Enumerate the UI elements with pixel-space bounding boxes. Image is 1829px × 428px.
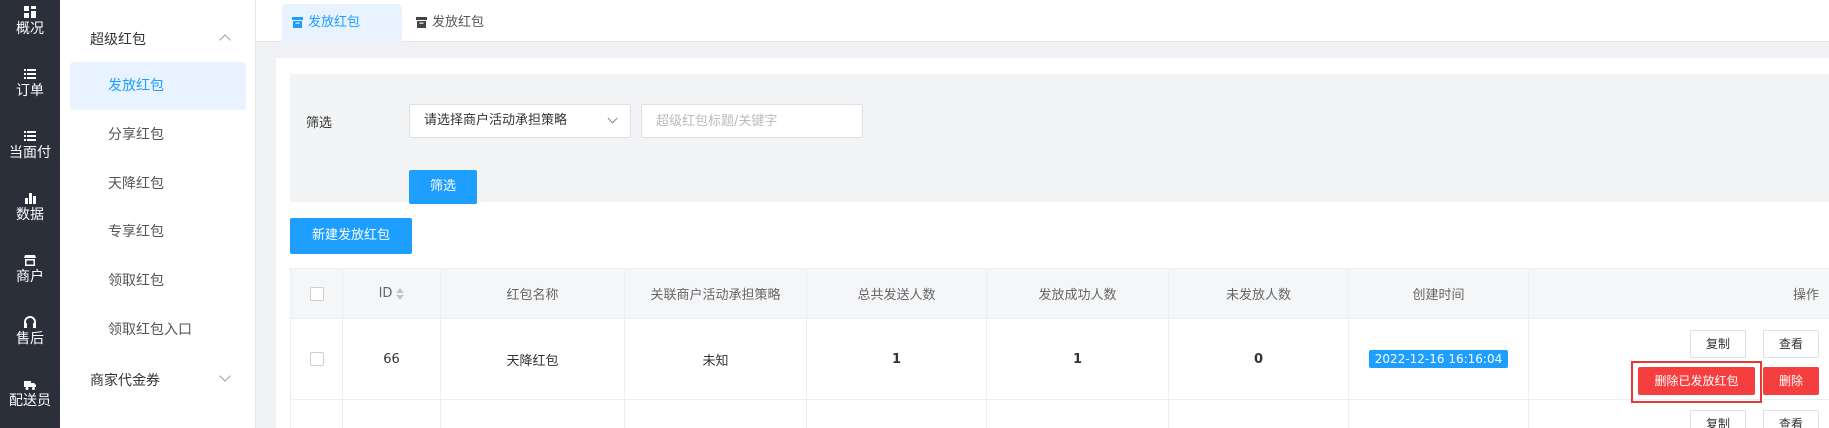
nav-label: 订单: [16, 83, 44, 99]
nav-item-orders[interactable]: 订单: [0, 68, 60, 99]
menu-item-sky-redpacket[interactable]: 天降红包: [70, 160, 246, 208]
nav-label: 商户: [16, 269, 44, 285]
view-button[interactable]: 查看: [1763, 330, 1819, 358]
cell-name: [440, 399, 625, 428]
copy-button[interactable]: 复制: [1690, 330, 1746, 358]
cell-not-sent: 0: [1168, 318, 1349, 400]
nav-item-aftersale[interactable]: 售后: [0, 316, 60, 347]
cell-total-sent: 1: [806, 318, 987, 400]
table-row: 66 天降红包 未知 1 1 0 2022-12-16 16:16:04 复制 …: [290, 318, 1829, 403]
bar-chart-icon: [25, 193, 36, 204]
created-date-badge: 2022-12-16 16:16:04: [1368, 350, 1509, 368]
row-select-cell: [290, 399, 343, 428]
menu-group-merchant-voucher[interactable]: 商家代金券: [90, 370, 160, 390]
col-success: 发放成功人数: [986, 268, 1169, 319]
delete-button[interactable]: 删除: [1763, 367, 1819, 395]
cell-not-sent: [1168, 399, 1349, 428]
row-checkbox[interactable]: [309, 352, 324, 366]
row-actions: 复制 查看 删除已发放红包 删除: [1529, 319, 1829, 403]
nav-item-facepay[interactable]: 当面付: [0, 130, 60, 161]
menu-group-super-redpacket[interactable]: 超级红包: [90, 29, 146, 49]
app-root: 概况 订单 当面付 数据 商户 售后 配送员 超级红包 发放红包 分享红包 天降…: [0, 0, 1829, 428]
col-created: 创建时间: [1348, 268, 1529, 319]
menu-item-claim-entry[interactable]: 领取红包入口: [70, 306, 246, 354]
col-id-label: ID: [378, 286, 393, 301]
row-actions: 复制 查看: [1529, 400, 1829, 428]
main-nav: 概况 订单 当面付 数据 商户 售后 配送员: [0, 0, 60, 428]
select-value: 请选择商户活动承担策略: [424, 113, 568, 128]
box-icon: [416, 17, 427, 28]
col-id[interactable]: ID: [342, 268, 441, 319]
chevron-up-icon[interactable]: [219, 34, 231, 46]
box-icon: [292, 17, 303, 28]
headset-icon: [24, 316, 36, 328]
store-icon: [24, 255, 36, 266]
col-not-sent: 未发放人数: [1168, 268, 1349, 319]
select-all-cell: [290, 268, 343, 319]
nav-item-overview[interactable]: 概况: [0, 6, 60, 37]
nav-item-merchant[interactable]: 商户: [0, 254, 60, 285]
chevron-down-icon: [607, 113, 618, 124]
nav-label: 配送员: [9, 393, 51, 409]
nav-label: 数据: [16, 207, 44, 223]
list-icon: [24, 69, 36, 79]
filter-button[interactable]: 筛选: [409, 170, 477, 204]
nav-item-courier[interactable]: 配送员: [0, 378, 60, 409]
filter-panel: 筛选 请选择商户活动承担策略 筛选: [290, 74, 1829, 204]
tab-label: 发放红包: [308, 15, 361, 30]
cell-strategy: 未知: [624, 318, 807, 400]
table-row: 复制 查看: [290, 399, 1829, 428]
select-all-checkbox[interactable]: [309, 286, 324, 301]
nav-label: 概况: [16, 21, 44, 37]
delivery-icon: [24, 381, 36, 390]
keyword-input[interactable]: [641, 104, 863, 138]
cell-actions: 复制 查看: [1528, 399, 1829, 428]
redpacket-table: ID 红包名称 关联商户活动承担策略 总共发送人数 发放成功人数 未发放人数 创…: [290, 268, 1829, 428]
col-name: 红包名称: [440, 268, 625, 319]
main-content: 筛选 请选择商户活动承担策略 筛选 新建发放红包 ID 红包名称 关联商户活动承…: [276, 58, 1829, 428]
cell-success: [986, 399, 1169, 428]
cell-total-sent: [806, 399, 987, 428]
cell-actions: 复制 查看 删除已发放红包 删除: [1528, 318, 1829, 403]
delete-sent-redpacket-button[interactable]: 删除已发放红包: [1638, 367, 1755, 395]
nav-item-data[interactable]: 数据: [0, 192, 60, 223]
copy-button[interactable]: 复制: [1690, 410, 1746, 428]
new-issue-redpacket-button[interactable]: 新建发放红包: [290, 218, 412, 254]
menu-item-issue-redpacket[interactable]: 发放红包: [70, 62, 246, 110]
cell-strategy: [624, 399, 807, 428]
tab-issue-redpacket[interactable]: 发放红包: [406, 4, 506, 42]
tab-label: 发放红包: [432, 15, 485, 30]
cell-created: [1348, 399, 1529, 428]
sort-icon[interactable]: [396, 287, 405, 300]
row-select-cell: [290, 318, 343, 400]
table-header-row: ID 红包名称 关联商户活动承担策略 总共发送人数 发放成功人数 未发放人数 创…: [290, 268, 1829, 319]
cell-success: 1: [986, 318, 1169, 400]
sub-menu: 超级红包 发放红包 分享红包 天降红包 专享红包 领取红包 领取红包入口 商家代…: [60, 0, 256, 428]
cell-id: [342, 399, 441, 428]
strategy-select[interactable]: 请选择商户活动承担策略: [409, 104, 631, 138]
col-strategy: 关联商户活动承担策略: [624, 268, 807, 319]
filter-label: 筛选: [306, 116, 333, 131]
tab-bar: 发放红包 发放红包: [256, 0, 1829, 42]
cell-name: 天降红包: [440, 318, 625, 400]
dashboard-icon: [24, 6, 36, 18]
cell-created: 2022-12-16 16:16:04: [1348, 318, 1529, 400]
menu-item-share-redpacket[interactable]: 分享红包: [70, 111, 246, 159]
tab-issue-redpacket-active[interactable]: 发放红包: [282, 4, 402, 42]
nav-label: 售后: [16, 331, 44, 347]
col-total-sent: 总共发送人数: [806, 268, 987, 319]
view-button[interactable]: 查看: [1763, 410, 1819, 428]
list-icon: [24, 131, 36, 141]
chevron-down-icon[interactable]: [219, 370, 231, 382]
menu-item-claim-redpacket[interactable]: 领取红包: [70, 257, 246, 305]
cell-id: 66: [342, 318, 441, 400]
col-actions: 操作: [1528, 268, 1829, 319]
nav-label: 当面付: [9, 145, 51, 161]
menu-item-exclusive-redpacket[interactable]: 专享红包: [70, 208, 246, 256]
